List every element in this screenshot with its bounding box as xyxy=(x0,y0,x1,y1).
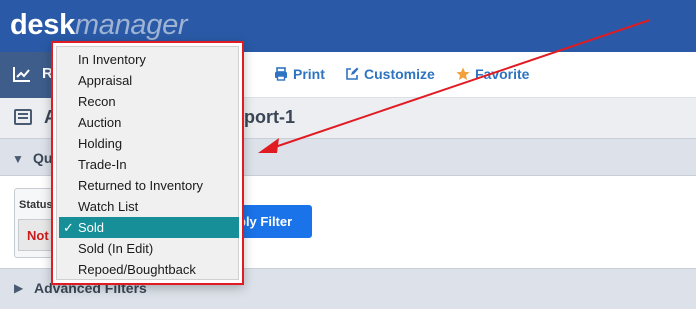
option-label: In Inventory xyxy=(78,52,146,67)
option-label: Auction xyxy=(78,115,122,130)
logo-text-manager: manager xyxy=(74,9,188,41)
option-label: Sold (In Edit) xyxy=(78,241,154,256)
apply-filter-button[interactable]: ply Filter xyxy=(232,205,312,238)
option-label: Recon xyxy=(78,94,116,109)
status-option-holding[interactable]: Holding xyxy=(59,133,239,154)
status-option-returned-to-inventory[interactable]: Returned to Inventory xyxy=(59,175,239,196)
edit-icon xyxy=(346,67,359,80)
customize-button[interactable]: Customize xyxy=(345,66,435,82)
status-option-appraisal[interactable]: Appraisal xyxy=(59,70,239,91)
printer-icon xyxy=(275,67,287,81)
print-label: Print xyxy=(293,66,325,82)
page-title-end: port-1 xyxy=(244,107,295,127)
status-option-sold[interactable]: ✓ Sold xyxy=(59,217,239,238)
app-logo[interactable]: deskmanager xyxy=(10,9,188,42)
status-dropdown-menu: In Inventory Appraisal Recon Auction Hol… xyxy=(51,41,244,285)
status-option-watch-list[interactable]: Watch List xyxy=(59,196,239,217)
option-label: Appraisal xyxy=(78,73,133,88)
status-option-sold-in-edit[interactable]: Sold (In Edit) xyxy=(59,238,239,259)
customize-label: Customize xyxy=(364,66,435,82)
option-label: Holding xyxy=(78,136,123,151)
status-filter-label: Status xyxy=(19,199,53,211)
status-option-in-inventory[interactable]: In Inventory xyxy=(59,49,239,70)
chevron-down-icon: ▼ xyxy=(12,152,24,166)
chart-icon xyxy=(13,67,30,82)
status-option-recon[interactable]: Recon xyxy=(59,91,239,112)
option-label: Watch List xyxy=(78,199,139,214)
status-option-auction[interactable]: Auction xyxy=(59,112,239,133)
status-option-trade-in[interactable]: Trade-In xyxy=(59,154,239,175)
quick-filters-label: Qu xyxy=(33,150,53,166)
option-label: Sold xyxy=(78,220,105,235)
option-label: Repoed/Boughtback xyxy=(78,262,196,277)
apply-filter-label: ply Filter xyxy=(238,214,293,229)
list-icon xyxy=(14,109,32,125)
checkmark-icon: ✓ xyxy=(63,220,74,235)
chevron-right-icon: ▶ xyxy=(14,281,24,295)
status-option-repoed-boughtback[interactable]: Repoed/Boughtback xyxy=(59,259,239,280)
favorite-label: Favorite xyxy=(475,66,530,82)
status-select-value: Not xyxy=(27,228,49,243)
option-label: Returned to Inventory xyxy=(78,178,204,193)
print-button[interactable]: Print xyxy=(274,66,325,82)
option-label: Trade-In xyxy=(78,157,127,172)
status-dropdown-list: In Inventory Appraisal Recon Auction Hol… xyxy=(56,46,239,280)
star-icon xyxy=(456,67,470,80)
favorite-button[interactable]: Favorite xyxy=(456,66,529,82)
logo-text-desk: desk xyxy=(10,9,75,41)
